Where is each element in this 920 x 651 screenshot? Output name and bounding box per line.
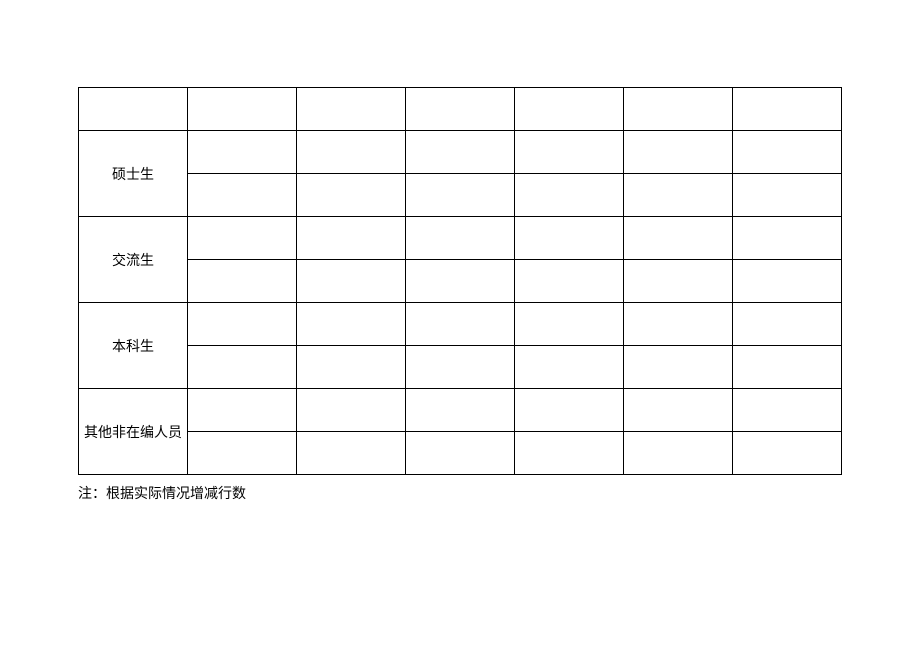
table-cell (624, 389, 733, 432)
table-cell (188, 303, 297, 346)
table-cell (297, 174, 406, 217)
table-cell (733, 303, 842, 346)
table-cell (297, 217, 406, 260)
table-row: 硕士生 (79, 131, 842, 174)
table-cell (406, 432, 515, 475)
table-cell (515, 260, 624, 303)
table-cell (297, 131, 406, 174)
table-cell (733, 260, 842, 303)
table-cell (297, 389, 406, 432)
table-cell (406, 217, 515, 260)
table-cell (733, 131, 842, 174)
table-cell (188, 346, 297, 389)
personnel-table: 硕士生 交流生 (78, 87, 842, 475)
table-row (79, 346, 842, 389)
table-row: 交流生 (79, 217, 842, 260)
table-cell (515, 217, 624, 260)
table-row (79, 260, 842, 303)
table-cell (188, 432, 297, 475)
table-cell (624, 131, 733, 174)
table-cell (188, 389, 297, 432)
table-note: 注：根据实际情况增减行数 (78, 483, 842, 503)
table-cell (624, 88, 733, 131)
table-cell (624, 432, 733, 475)
table-cell (624, 346, 733, 389)
table-cell (188, 131, 297, 174)
table-cell (297, 432, 406, 475)
table-cell (406, 260, 515, 303)
table-cell (733, 174, 842, 217)
table-row: 本科生 (79, 303, 842, 346)
table-cell (406, 131, 515, 174)
table-row: 其他非在编人员 (79, 389, 842, 432)
table-cell (515, 303, 624, 346)
table-cell (733, 346, 842, 389)
table-cell (624, 174, 733, 217)
table-cell (406, 174, 515, 217)
table-container: 硕士生 交流生 (78, 87, 842, 503)
table-cell (406, 303, 515, 346)
table-cell (406, 88, 515, 131)
table-cell (624, 217, 733, 260)
table-row (79, 88, 842, 131)
table-cell (406, 389, 515, 432)
table-cell (188, 88, 297, 131)
table-cell (515, 174, 624, 217)
table-row (79, 432, 842, 475)
table-cell (733, 389, 842, 432)
row-label-exchange: 交流生 (79, 217, 188, 303)
table-cell (624, 303, 733, 346)
table-row (79, 174, 842, 217)
row-label-undergrad: 本科生 (79, 303, 188, 389)
table-cell (515, 131, 624, 174)
table-cell (188, 217, 297, 260)
row-label-other: 其他非在编人员 (79, 389, 188, 475)
table-cell (297, 88, 406, 131)
table-cell (297, 303, 406, 346)
table-cell (297, 346, 406, 389)
table-cell (188, 174, 297, 217)
table-cell (515, 88, 624, 131)
table-cell (515, 432, 624, 475)
table-cell (188, 260, 297, 303)
table-cell (515, 389, 624, 432)
table-cell (733, 88, 842, 131)
table-cell (297, 260, 406, 303)
table-cell (515, 346, 624, 389)
table-cell (733, 432, 842, 475)
row-label-masters: 硕士生 (79, 131, 188, 217)
table-cell (733, 217, 842, 260)
table-cell (406, 346, 515, 389)
table-cell (624, 260, 733, 303)
row-label (79, 88, 188, 131)
